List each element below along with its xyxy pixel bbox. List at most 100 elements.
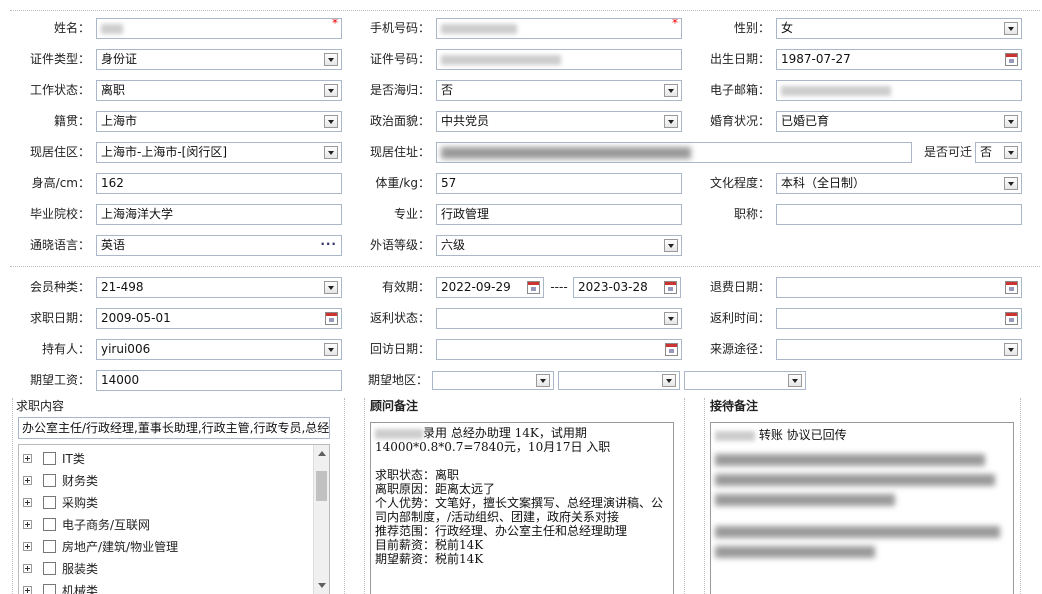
- weight-input[interactable]: 57: [436, 173, 682, 194]
- calendar-icon[interactable]: [664, 281, 677, 294]
- advisor-note-line: [375, 454, 669, 468]
- more-icon[interactable]: ···: [320, 236, 337, 253]
- calendar-icon[interactable]: [1005, 312, 1018, 325]
- chevron-down-icon[interactable]: [324, 84, 338, 97]
- expected-area-district-select[interactable]: [684, 371, 806, 390]
- checkbox[interactable]: [43, 540, 56, 553]
- chevron-down-icon[interactable]: [324, 53, 338, 66]
- current-area-label: 现居住区：: [29, 145, 90, 159]
- rebate-status-select[interactable]: [436, 308, 682, 329]
- scroll-thumb[interactable]: [316, 471, 327, 501]
- major-input[interactable]: 行政管理: [436, 204, 682, 225]
- relocate-select[interactable]: 否: [975, 142, 1022, 163]
- email-input[interactable]: [776, 80, 1022, 101]
- chevron-down-icon[interactable]: [324, 115, 338, 128]
- expand-icon[interactable]: [23, 586, 32, 594]
- education-select[interactable]: 本科（全日制）: [776, 173, 1022, 194]
- returnee-select[interactable]: 否: [436, 80, 682, 101]
- id-type-select[interactable]: 身份证: [96, 49, 342, 70]
- top-divider: [10, 10, 1040, 11]
- chevron-down-icon[interactable]: [1004, 22, 1018, 35]
- expand-icon[interactable]: [23, 564, 32, 573]
- refund-date-input[interactable]: [776, 277, 1022, 298]
- calendar-icon[interactable]: [1005, 53, 1018, 66]
- advisor-note-line: 司内部制度，/活动组织、团建，政府关系对接: [375, 510, 620, 524]
- language-level-label: 外语等级：: [369, 238, 430, 252]
- expected-salary-input[interactable]: 14000: [96, 370, 342, 391]
- native-place-select[interactable]: 上海市: [96, 111, 342, 132]
- name-input[interactable]: *: [96, 18, 342, 39]
- language-input[interactable]: 英语 ···: [96, 235, 342, 256]
- visit-date-input[interactable]: [436, 339, 682, 360]
- id-number-input[interactable]: [436, 49, 682, 70]
- holder-select[interactable]: yirui006: [96, 339, 342, 360]
- holder-label: 持有人：: [41, 342, 90, 356]
- calendar-icon[interactable]: [1005, 281, 1018, 294]
- name-label: 姓名：: [53, 21, 90, 35]
- chevron-down-icon[interactable]: [324, 343, 338, 356]
- validity-end-input[interactable]: 2023-03-28: [573, 277, 681, 298]
- expected-area-province-select[interactable]: [432, 371, 554, 390]
- chevron-down-icon[interactable]: [788, 374, 802, 387]
- school-input[interactable]: 上海海洋大学: [96, 204, 342, 225]
- chevron-down-icon[interactable]: [664, 84, 678, 97]
- checkbox[interactable]: [43, 496, 56, 509]
- chevron-down-icon[interactable]: [1004, 343, 1018, 356]
- current-area-select[interactable]: 上海市-上海市-[闵行区]: [96, 142, 342, 163]
- checkbox[interactable]: [43, 584, 56, 594]
- chevron-down-icon[interactable]: [1004, 115, 1018, 128]
- chevron-down-icon[interactable]: [536, 374, 550, 387]
- birth-date-input[interactable]: 1987-07-27: [776, 49, 1022, 70]
- scroll-up-icon[interactable]: [318, 451, 326, 456]
- checkbox[interactable]: [43, 474, 56, 487]
- checkbox[interactable]: [43, 452, 56, 465]
- chevron-down-icon[interactable]: [1004, 177, 1018, 190]
- work-status-select[interactable]: 离职: [96, 80, 342, 101]
- chevron-down-icon[interactable]: [664, 239, 678, 252]
- job-content-input[interactable]: 办公室主任/行政经理,董事长助理,行政主管,行政专员,总经: [18, 417, 330, 439]
- job-category-tree[interactable]: IT类 财务类 采购类 电子商务/互联网 房地产/建筑/物业管理 服装类 机械类: [18, 444, 330, 594]
- expand-icon[interactable]: [23, 542, 32, 551]
- chevron-down-icon[interactable]: [662, 374, 676, 387]
- chevron-down-icon[interactable]: [664, 312, 678, 325]
- job-content-title: 求职内容: [16, 399, 65, 413]
- expand-icon[interactable]: [23, 454, 32, 463]
- chevron-down-icon[interactable]: [324, 281, 338, 294]
- rebate-time-label: 返利时间：: [709, 311, 770, 325]
- advisor-note-line: 期望薪资：税前14K: [375, 552, 484, 566]
- phone-input[interactable]: *: [436, 18, 682, 39]
- current-address-input[interactable]: [436, 142, 912, 163]
- expand-icon[interactable]: [23, 498, 32, 507]
- checkbox[interactable]: [43, 518, 56, 531]
- expand-icon[interactable]: [23, 520, 32, 529]
- political-select[interactable]: 中共党员: [436, 111, 682, 132]
- advisor-notes-textarea[interactable]: 录用 总经办助理 14K，试用期 14000*0.8*0.7=7840元，10月1…: [370, 422, 674, 594]
- expand-icon[interactable]: [23, 476, 32, 485]
- calendar-icon[interactable]: [527, 281, 540, 294]
- redacted-text: [781, 85, 891, 96]
- rebate-time-input[interactable]: [776, 308, 1022, 329]
- gender-select[interactable]: 女: [776, 18, 1022, 39]
- title-input[interactable]: [776, 204, 1022, 225]
- calendar-icon[interactable]: [325, 312, 338, 325]
- visit-date-label: 回访日期：: [369, 342, 430, 356]
- chevron-down-icon[interactable]: [324, 146, 338, 159]
- marital-select[interactable]: 已婚已育: [776, 111, 1022, 132]
- height-input[interactable]: 162: [96, 173, 342, 194]
- language-label: 通晓语言：: [29, 238, 90, 252]
- required-marker: *: [672, 18, 678, 30]
- checkbox[interactable]: [43, 562, 56, 575]
- scrollbar[interactable]: [313, 445, 329, 594]
- reception-notes-textarea[interactable]: 转账 协议已回传: [710, 422, 1014, 594]
- validity-start-input[interactable]: 2022-09-29: [436, 277, 544, 298]
- scroll-down-icon[interactable]: [318, 583, 326, 588]
- panel-border: [704, 398, 705, 594]
- chevron-down-icon[interactable]: [664, 115, 678, 128]
- source-select[interactable]: [776, 339, 1022, 360]
- expected-area-city-select[interactable]: [558, 371, 680, 390]
- chevron-down-icon[interactable]: [1004, 146, 1018, 159]
- language-level-select[interactable]: 六级: [436, 235, 682, 256]
- member-type-select[interactable]: 21-498: [96, 277, 342, 298]
- calendar-icon[interactable]: [665, 343, 678, 356]
- job-date-input[interactable]: 2009-05-01: [96, 308, 342, 329]
